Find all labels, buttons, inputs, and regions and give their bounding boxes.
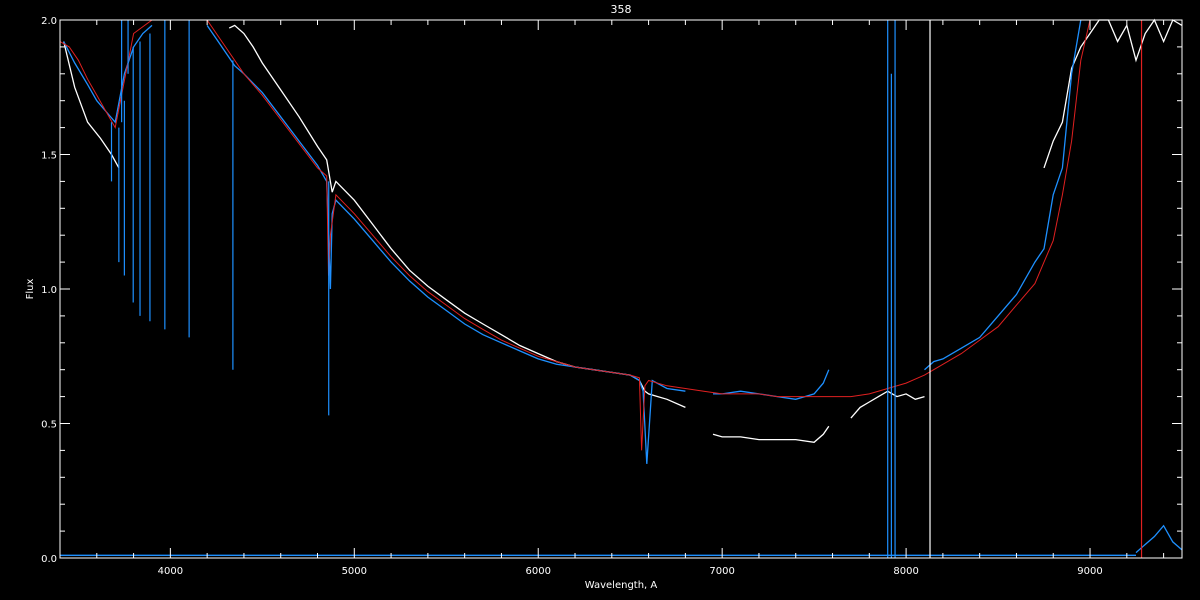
y-axis-label: Flux: [25, 279, 36, 300]
y-tick-label-0: 0.0: [41, 554, 57, 565]
x-tick-label-5: 9000: [1077, 566, 1102, 577]
x-tick-label-3: 7000: [709, 566, 734, 577]
spectrum-chart: 4000 5000 6000 7000 8000 90000.00.51.01.52.0 …: [0, 0, 1200, 600]
chart-title: 358: [611, 3, 632, 16]
plot-background: [0, 0, 1200, 600]
y-tick-label-1: 0.5: [41, 420, 57, 431]
y-tick-label-4: 2.0: [41, 16, 57, 27]
x-tick-label-4: 8000: [893, 566, 918, 577]
x-axis-label: Wavelength, A: [585, 580, 658, 591]
y-tick-label-2: 1.0: [41, 285, 57, 296]
x-tick-label-2: 6000: [526, 566, 551, 577]
x-tick-label-1: 5000: [342, 566, 367, 577]
y-tick-label-3: 1.5: [41, 151, 57, 162]
x-tick-label-0: 4000: [158, 566, 183, 577]
